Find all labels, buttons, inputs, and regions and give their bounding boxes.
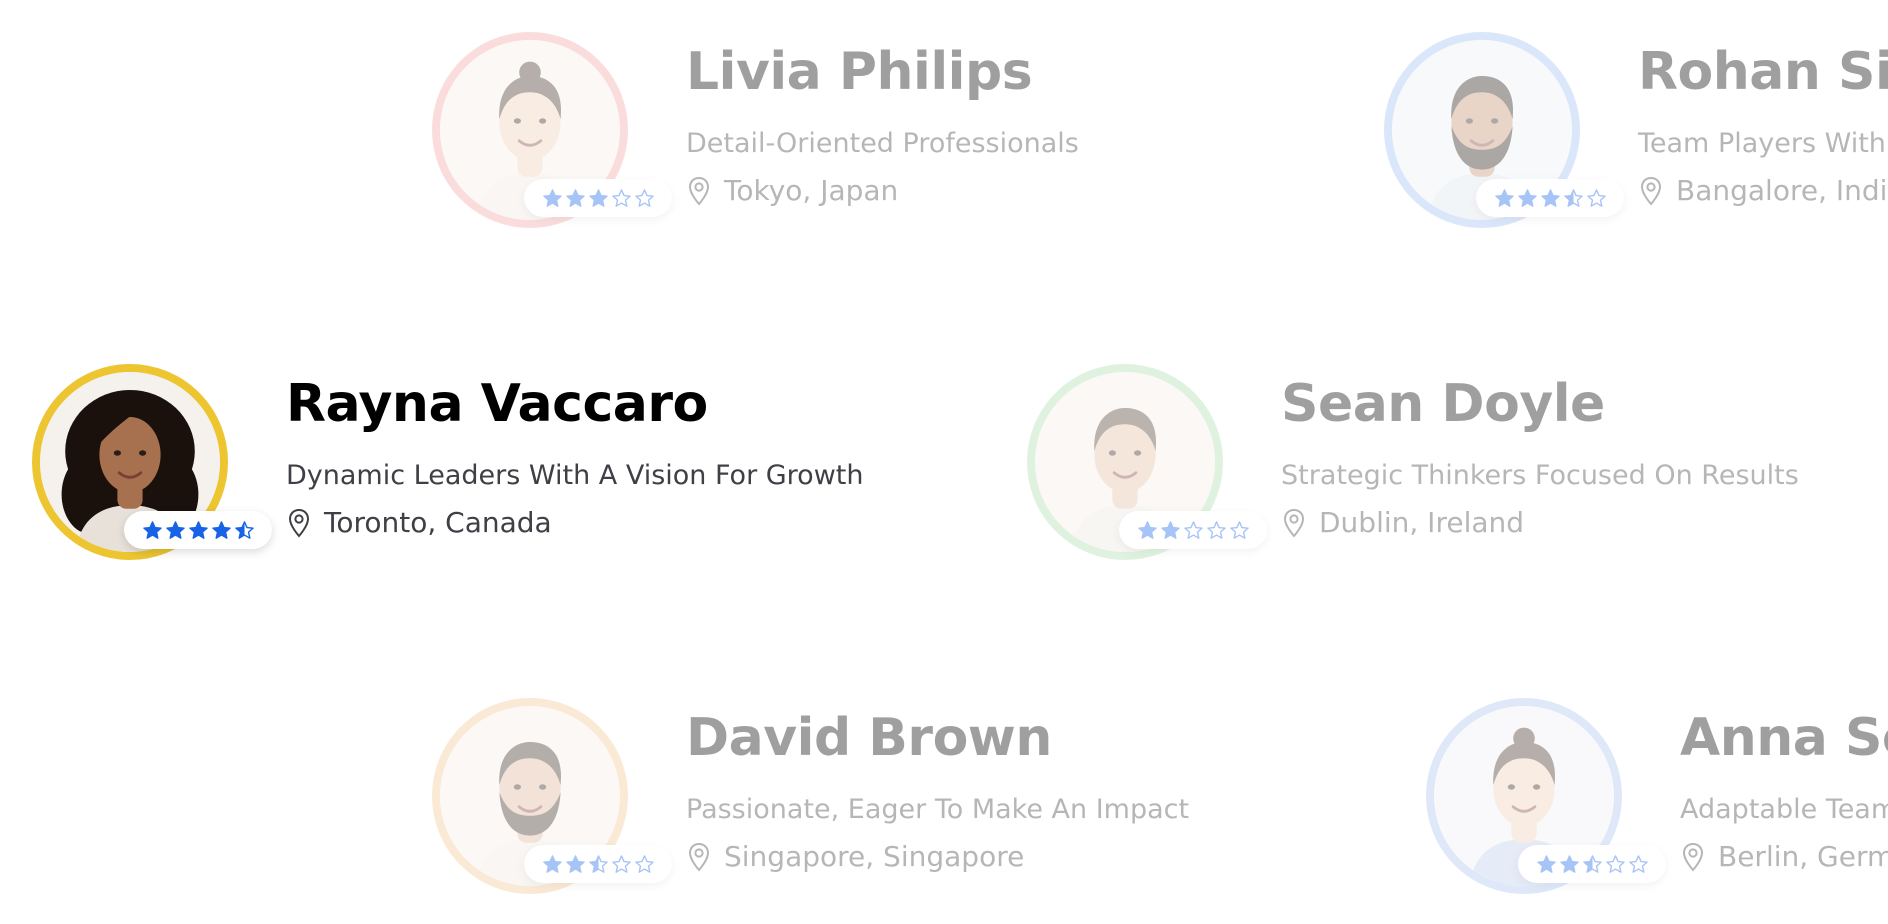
star-filled-icon [565, 188, 585, 207]
avatar [32, 364, 272, 560]
star-half-icon [588, 854, 608, 873]
person-tagline: Detail-Oriented Professionals [686, 128, 1079, 159]
star-empty-icon [611, 854, 631, 873]
map-pin-icon [688, 176, 710, 205]
person-location: Bangalore, India [1638, 174, 1888, 207]
star-empty-icon [1206, 520, 1226, 539]
person-name: Sean Doyle [1281, 374, 1605, 434]
avatar [432, 698, 672, 894]
location-text: Tokyo, Japan [724, 174, 899, 207]
person-name: Rayna Vaccaro [286, 374, 708, 434]
star-filled-icon [542, 854, 562, 873]
person-location: Dublin, Ireland [1281, 506, 1524, 539]
star-filled-icon [542, 188, 562, 207]
person-location: Singapore, Singapore [686, 840, 1024, 873]
avatar [1426, 698, 1666, 894]
person-tagline: Team Players With [1638, 128, 1886, 159]
person-tagline: Strategic Thinkers Focused On Results [1281, 460, 1799, 491]
star-filled-icon [1540, 188, 1560, 207]
location-text: Bangalore, India [1676, 174, 1888, 207]
person-name: Anna Schmidt [1680, 708, 1888, 768]
map-pin-icon [288, 508, 310, 537]
person-name: Rohan Singh [1638, 42, 1888, 102]
location-text: Dublin, Ireland [1319, 506, 1525, 539]
star-filled-icon [1536, 854, 1556, 873]
star-filled-icon [1494, 188, 1514, 207]
map-pin-icon [1283, 508, 1305, 537]
person-name: David Brown [686, 708, 1052, 768]
star-filled-icon [142, 520, 162, 539]
star-filled-icon [565, 854, 585, 873]
star-filled-icon [1559, 854, 1579, 873]
star-filled-icon [1160, 520, 1180, 539]
location-text: Berlin, Germany [1718, 840, 1888, 873]
star-empty-icon [611, 188, 631, 207]
star-empty-icon [634, 188, 654, 207]
star-rating [1119, 511, 1267, 549]
star-rating [124, 511, 272, 549]
star-half-icon [1582, 854, 1602, 873]
person-location: Tokyo, Japan [686, 174, 898, 207]
star-empty-icon [1586, 188, 1606, 207]
star-rating [524, 179, 672, 217]
star-rating [524, 845, 672, 883]
avatar [1027, 364, 1267, 560]
person-location: Berlin, Germany [1680, 840, 1888, 873]
star-half-icon [234, 520, 254, 539]
person-tagline: Passionate, Eager To Make An Impact [686, 794, 1190, 825]
map-pin-icon [1682, 842, 1704, 871]
star-rating [1476, 179, 1624, 217]
map-pin-icon [688, 842, 710, 871]
location-text: Singapore, Singapore [724, 840, 1025, 873]
person-name: Livia Philips [686, 42, 1033, 102]
star-filled-icon [211, 520, 231, 539]
star-rating [1518, 845, 1666, 883]
person-tagline: Adaptable Team [1680, 794, 1888, 825]
star-empty-icon [1229, 520, 1249, 539]
avatar [432, 32, 672, 228]
person-location: Toronto, Canada [286, 506, 552, 539]
star-empty-icon [1183, 520, 1203, 539]
star-filled-icon [1517, 188, 1537, 207]
star-empty-icon [1605, 854, 1625, 873]
star-filled-icon [1137, 520, 1157, 539]
location-text: Toronto, Canada [324, 506, 552, 539]
star-filled-icon [188, 520, 208, 539]
star-half-icon [1563, 188, 1583, 207]
avatar [1384, 32, 1624, 228]
person-tagline: Dynamic Leaders With A Vision For Growth [286, 460, 864, 491]
star-filled-icon [165, 520, 185, 539]
star-filled-icon [588, 188, 608, 207]
star-empty-icon [1628, 854, 1648, 873]
map-pin-icon [1640, 176, 1662, 205]
star-empty-icon [634, 854, 654, 873]
